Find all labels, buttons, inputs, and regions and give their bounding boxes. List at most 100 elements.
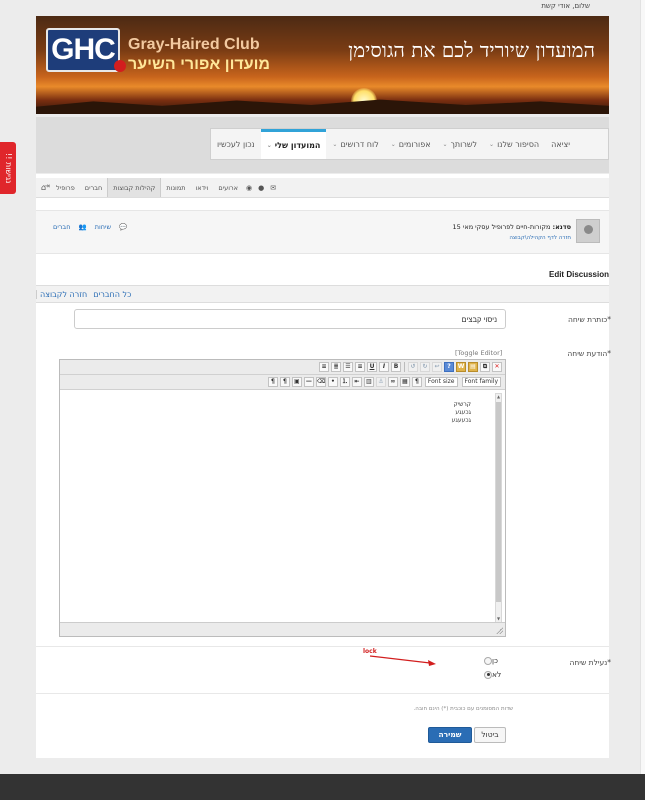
radio-no-label: לא <box>492 670 502 679</box>
chevron-down-icon: ⌄ <box>442 140 448 148</box>
eraser-icon[interactable]: ⌫ <box>315 377 326 387</box>
members-link[interactable]: חברים <box>53 223 70 231</box>
bold-icon[interactable]: B <box>391 362 401 372</box>
annotation-arrow-icon <box>369 655 436 666</box>
title-field-label: *כותרת שיחה <box>567 315 611 324</box>
nav-item-our-story[interactable]: הסיפור שלנו ⌄ <box>483 129 545 159</box>
profile-subnav: ⌂ פרופיל חברים קהילות קבוצות תמונות וידא… <box>36 178 609 198</box>
ltr-direction-icon[interactable]: ¶ <box>267 377 278 387</box>
numbered-list-icon[interactable]: ⒈ <box>339 377 350 387</box>
paste-word-icon[interactable]: W <box>456 362 466 372</box>
editor-line: גכעגע <box>455 409 471 416</box>
subnav-item-profile[interactable]: פרופיל <box>51 178 80 197</box>
user-icon[interactable]: ● <box>255 184 267 192</box>
group-type-prefix: סדנא: <box>552 223 571 231</box>
subnav-item-friends[interactable]: חברים <box>80 178 107 197</box>
group-avatar[interactable] <box>576 219 600 243</box>
nav-item-label: לוח דרושים <box>340 139 379 149</box>
discussion-tabs: חזרה לקבוצה כל החברים <box>36 285 609 303</box>
required-fields-hint: שדות המסומנים עם כוכבית (*) הינם חובה. <box>413 706 513 712</box>
help-icon[interactable]: ? <box>444 362 454 372</box>
cancel-button[interactable]: ביטול <box>474 727 506 743</box>
all-members-link[interactable]: כל החברים <box>90 290 134 299</box>
nav-item-label: לשרותך <box>450 139 478 149</box>
back-to-group-link[interactable]: חזרה לקבוצה <box>36 289 90 299</box>
logo-mark: GHC <box>46 28 120 72</box>
chevron-down-icon: ⌄ <box>332 140 338 148</box>
lock-option-yes[interactable]: כן <box>478 656 498 665</box>
editor-toolbar-row-2: Font family Font size ¶ ▦ ∞ ⚓ ▥ ⇤ ⒈ • ⌫ … <box>60 375 505 390</box>
globe-icon[interactable]: ◉ <box>243 184 255 192</box>
copy-icon[interactable]: ⧉ <box>480 362 490 372</box>
discussions-link[interactable]: שיחות <box>95 223 111 231</box>
nav-item-label: המועדון שלי <box>274 141 321 150</box>
lock-field-label: *נעילת שיחה <box>569 658 612 667</box>
align-left-icon[interactable]: ≡ <box>319 362 329 372</box>
subnav-item-events[interactable]: ארועים <box>213 178 243 197</box>
banner-slogan: המועדון שיוריד לכם את הגוסימן <box>348 38 595 62</box>
logout-icon[interactable]: ⇥ <box>44 182 50 190</box>
font-size-select[interactable]: Font size <box>424 377 458 387</box>
toggle-editor-link[interactable]: [Toggle Editor] <box>455 349 502 357</box>
nav-item-services[interactable]: לשרותך ⌄ <box>437 129 484 159</box>
resize-handle-icon[interactable] <box>496 627 503 634</box>
redo-icon[interactable]: ↻ <box>420 362 430 372</box>
undo-icon[interactable]: ↺ <box>408 362 418 372</box>
radio-yes-label: כן <box>492 656 499 665</box>
scroll-up-icon[interactable]: ▲ <box>496 394 501 400</box>
editor-line: קרשיק <box>453 401 472 408</box>
italic-icon[interactable]: I <box>379 362 389 372</box>
align-center-icon[interactable]: ☰ <box>343 362 353 372</box>
horizontal-rule-icon[interactable]: — <box>303 377 314 387</box>
subnav-item-photos[interactable]: תמונות <box>161 178 190 197</box>
unlink-icon[interactable]: ↩ <box>432 362 442 372</box>
club-name-he: מועדון אפורי השיער <box>128 56 271 73</box>
radio-no[interactable] <box>484 670 492 679</box>
editor-statusbar <box>60 622 505 636</box>
align-right-icon[interactable]: ≣ <box>331 362 341 372</box>
paragraph-icon[interactable]: ¶ <box>411 377 422 387</box>
scroll-thumb[interactable] <box>496 402 501 602</box>
lock-option-no[interactable]: לא <box>478 670 501 679</box>
toolbar-separator <box>404 362 405 372</box>
chevron-down-icon: ⌄ <box>390 140 396 148</box>
nav-item-label: נכון לעכשיו <box>217 139 255 149</box>
link-icon[interactable]: ∞ <box>387 377 398 387</box>
rich-text-editor: ✕ ⧉ ▤ W ? ↩ ↻ ↺ B I U ≡ ☰ ≣ ≡ Font famil… <box>59 359 506 637</box>
anchor-icon[interactable]: ⚓ <box>375 377 386 387</box>
group-name: מקורות-חיים לפרופיל עסקי מאי 15 <box>452 223 551 231</box>
paste-icon[interactable]: ▤ <box>468 362 478 372</box>
nav-item-logout[interactable]: יציאה <box>545 129 576 159</box>
rtl-direction-icon[interactable]: ¶ <box>279 377 290 387</box>
nav-item-forums[interactable]: אפורומים ⌄ <box>385 129 437 159</box>
underline-icon[interactable]: U <box>367 362 377 372</box>
close-icon[interactable]: ✕ <box>492 362 502 372</box>
bullet-list-icon[interactable]: • <box>327 377 338 387</box>
accessibility-tab[interactable]: !! נגישות <box>0 142 16 194</box>
discussion-title-input[interactable] <box>74 309 506 329</box>
group-back-link[interactable]: חזרה לדף הקהילה\קבוצה <box>509 235 571 241</box>
site-banner[interactable]: GHC Gray-Haired Club מועדון אפורי השיער … <box>36 16 609 114</box>
subnav-item-groups[interactable]: קהילות קבוצות <box>107 178 162 197</box>
nav-item-label: יציאה <box>551 139 571 149</box>
image-icon[interactable]: ▦ <box>399 377 410 387</box>
subnav-item-videos[interactable]: וידאו <box>191 178 214 197</box>
save-button[interactable]: שמירה <box>428 727 472 743</box>
group-header: סדנא: מקורות-חיים לפרופיל עסקי מאי 15 חז… <box>36 210 609 254</box>
align-justify-icon[interactable]: ≡ <box>355 362 365 372</box>
people-icon: 👥 <box>78 223 87 231</box>
radio-yes[interactable] <box>484 656 492 665</box>
envelope-icon[interactable]: ✉ <box>267 184 279 192</box>
message-field-label: *הודעת שיחה <box>567 349 611 358</box>
media-icon[interactable]: ▣ <box>291 377 302 387</box>
divider <box>36 646 609 647</box>
outdent-icon[interactable]: ⇤ <box>351 377 362 387</box>
nav-item-now[interactable]: נכון לעכשיו <box>211 129 261 159</box>
chat-bubble-icon: 💬 <box>119 223 128 231</box>
nav-item-jobs-board[interactable]: לוח דרושים ⌄ <box>326 129 384 159</box>
table-icon[interactable]: ▥ <box>363 377 374 387</box>
editor-scrollbar[interactable]: ▲ ▼ <box>495 393 502 623</box>
font-family-select[interactable]: Font family <box>461 377 501 387</box>
editor-content-area[interactable]: קרשיק גכעגע גכעעגע <box>60 391 505 622</box>
nav-item-my-club[interactable]: המועדון שלי ⌄ <box>260 129 327 159</box>
